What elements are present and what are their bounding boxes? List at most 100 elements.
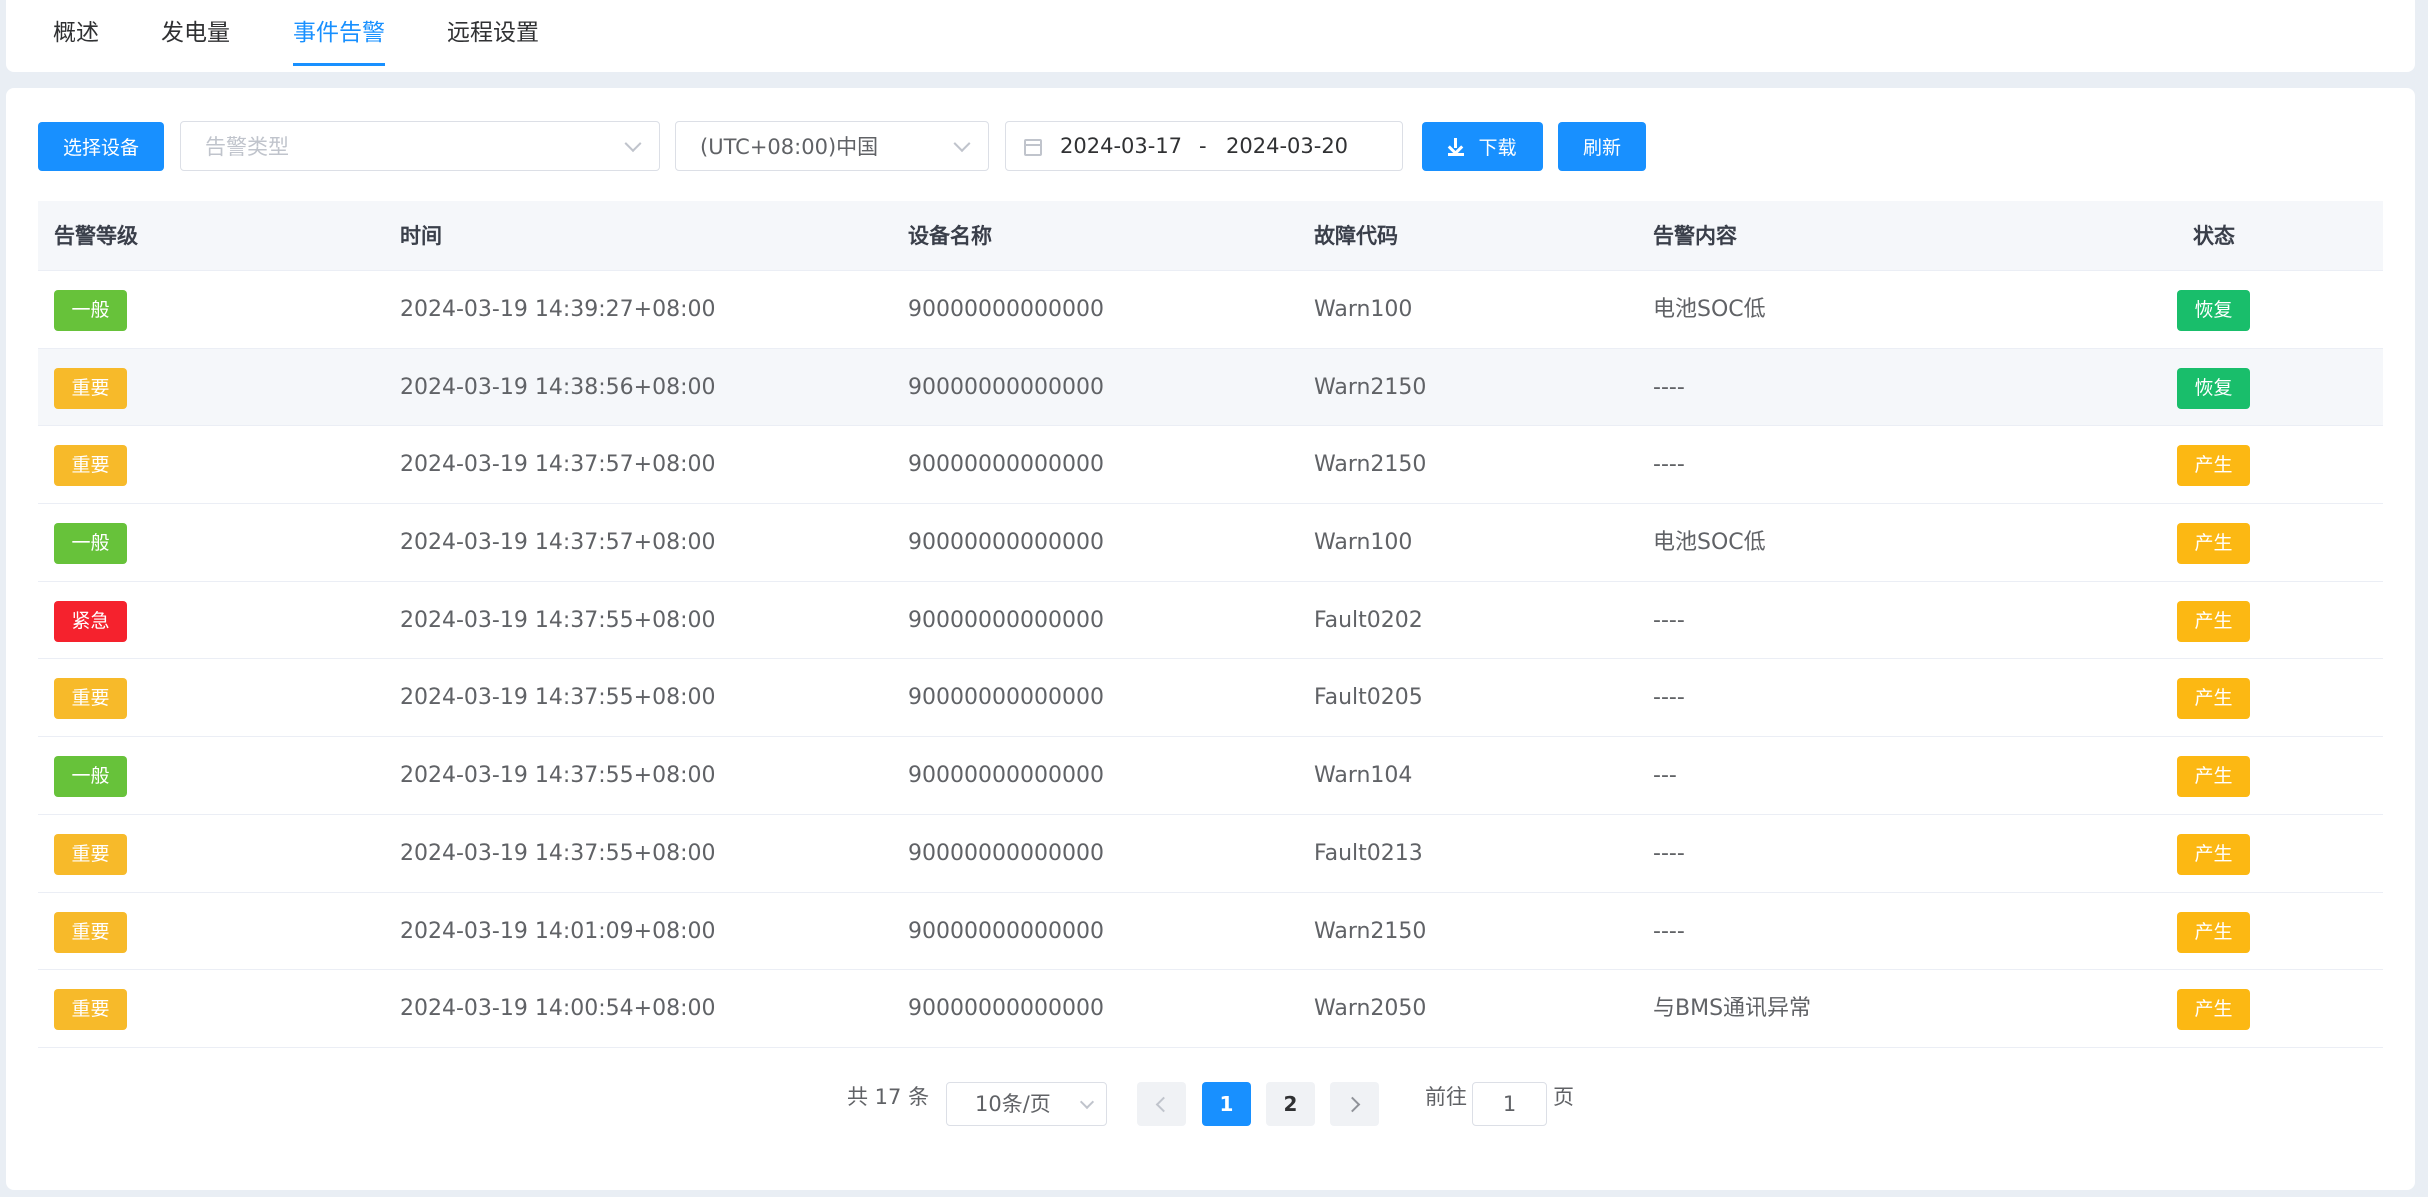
status-badge: 恢复 (2177, 290, 2250, 331)
download-label: 下载 (1478, 137, 1517, 159)
chevron-left-icon (1155, 1096, 1172, 1112)
level-badge: 一般 (54, 290, 127, 331)
cell-content: 与BMS通讯异常 (1653, 996, 1812, 1022)
table-row: 一般 2024-03-19 14:37:57+08:00 9000000000000… (38, 504, 2383, 582)
alarm-type-select[interactable]: 告警类型 (180, 121, 660, 171)
chevron-down-icon (1079, 1094, 1095, 1110)
cell-code: Warn2050 (1314, 996, 1427, 1022)
date-end[interactable]: 2024-03-20 (1226, 134, 1348, 158)
cell-time: 2024-03-19 14:37:55+08:00 (400, 685, 716, 711)
cell-code: Warn100 (1314, 297, 1413, 322)
table-row: 重要 2024-03-19 14:37:55+08:00 9000000000000… (38, 815, 2383, 893)
table-row: 一般 2024-03-19 14:37:55+08:00 9000000000000… (38, 737, 2383, 815)
table-row: 重要 2024-03-19 14:37:57+08:00 9000000000000… (38, 426, 2383, 505)
date-range-picker[interactable]: 2024-03-17 - 2024-03-20 (1005, 121, 1403, 171)
cell-time: 2024-03-19 14:01:09+08:00 (400, 918, 716, 944)
status-badge: 产生 (2177, 833, 2250, 875)
timezone-select[interactable]: (UTC+08:00)中国 (675, 121, 989, 171)
prev-page-button[interactable] (1137, 1082, 1186, 1126)
table-row: 重要 2024-03-19 14:01:09+08:00 9000000000000… (38, 893, 2383, 971)
level-badge: 重要 (54, 911, 127, 953)
download-button[interactable]: 下载 (1422, 122, 1543, 171)
cell-code: Fault0202 (1314, 607, 1423, 633)
alarm-table: 告警等级 时间 设备名称 故障代码 告警内容 状态 一般 2024-03-19 1… (38, 201, 2383, 1048)
page-1-button[interactable]: 1 (1202, 1082, 1251, 1126)
table-header: 告警等级 时间 设备名称 故障代码 告警内容 状态 (38, 201, 2383, 271)
main-card: 选择设备 告警类型 (UTC+08:00)中国 2024-03-17 - 202… (6, 88, 2415, 1190)
cell-content: ---- (1653, 685, 1685, 711)
cell-time: 2024-03-19 14:37:55+08:00 (400, 607, 716, 633)
cell-content: 电池SOC低 (1653, 297, 1766, 322)
cell-content: ---- (1653, 452, 1685, 478)
level-badge: 一般 (54, 523, 127, 565)
cell-device: 90000000000000 (908, 452, 1104, 478)
column-header-status[interactable]: 状态 (2193, 201, 2235, 271)
goto-page-input[interactable]: 1 (1472, 1082, 1547, 1126)
cell-device: 90000000000000 (908, 996, 1104, 1022)
page-size-select[interactable]: 10条/页 (946, 1082, 1107, 1126)
level-badge: 重要 (54, 678, 127, 720)
total-count: 共 17 条 (847, 1085, 930, 1109)
date-separator: - (1199, 134, 1207, 158)
cell-code: Fault0213 (1314, 840, 1423, 866)
column-header-content[interactable]: 告警内容 (1653, 201, 1737, 271)
column-header-device[interactable]: 设备名称 (908, 201, 992, 271)
cell-code: Warn2150 (1314, 452, 1427, 478)
cell-device: 90000000000000 (908, 374, 1104, 400)
goto-suffix: 页 (1553, 1085, 1574, 1109)
column-header-code[interactable]: 故障代码 (1314, 201, 1398, 271)
table-row: 重要 2024-03-19 14:37:55+08:00 9000000000000… (38, 659, 2383, 738)
cell-code: Warn104 (1314, 763, 1413, 789)
tab-remote-settings[interactable]: 远程设置 (447, 0, 539, 66)
table-row: 重要 2024-03-19 14:00:54+08:00 9000000000000… (38, 970, 2383, 1048)
table-row: 重要 2024-03-19 14:38:56+08:00 9000000000000… (38, 348, 2383, 427)
cell-content: ---- (1653, 607, 1685, 633)
cell-device: 90000000000000 (908, 297, 1104, 322)
cell-time: 2024-03-19 14:37:55+08:00 (400, 763, 716, 789)
status-badge: 产生 (2177, 911, 2250, 953)
level-badge: 紧急 (54, 600, 127, 642)
cell-device: 90000000000000 (908, 840, 1104, 866)
cell-device: 90000000000000 (908, 763, 1104, 789)
timezone-value: (UTC+08:00)中国 (700, 135, 879, 159)
page-2-button[interactable]: 2 (1266, 1082, 1315, 1126)
select-device-button[interactable]: 选择设备 (38, 122, 164, 171)
table-row: 一般 2024-03-19 14:39:27+08:00 9000000000000… (38, 271, 2383, 349)
cell-device: 90000000000000 (908, 607, 1104, 633)
status-badge: 产生 (2177, 600, 2250, 642)
cell-content: 电池SOC低 (1653, 530, 1766, 556)
cell-time: 2024-03-19 14:38:56+08:00 (400, 374, 716, 400)
chevron-right-icon (1344, 1096, 1361, 1112)
tab-overview[interactable]: 概述 (53, 0, 99, 66)
date-start[interactable]: 2024-03-17 (1060, 134, 1182, 158)
tab-event-alarm[interactable]: 事件告警 (293, 0, 385, 66)
cell-time: 2024-03-19 14:37:55+08:00 (400, 840, 716, 866)
cell-time: 2024-03-19 14:39:27+08:00 (400, 297, 716, 322)
cell-content: ---- (1653, 918, 1685, 944)
page-size-value: 10条/页 (975, 1092, 1051, 1116)
cell-device: 90000000000000 (908, 918, 1104, 944)
cell-content: --- (1653, 763, 1677, 789)
status-badge: 产生 (2177, 523, 2250, 565)
cell-time: 2024-03-19 14:37:57+08:00 (400, 452, 716, 478)
calendar-icon (1024, 139, 1042, 156)
cell-content: ---- (1653, 374, 1685, 400)
tab-generation[interactable]: 发电量 (161, 0, 230, 66)
cell-time: 2024-03-19 14:00:54+08:00 (400, 996, 716, 1022)
tabs-card: 概述 发电量 事件告警 远程设置 (6, 0, 2415, 72)
cell-code: Warn2150 (1314, 918, 1427, 944)
table-row: 紧急 2024-03-19 14:37:55+08:00 9000000000000… (38, 582, 2383, 660)
goto-prefix: 前往 (1425, 1085, 1467, 1109)
status-badge: 产生 (2177, 989, 2250, 1031)
column-header-level[interactable]: 告警等级 (54, 201, 138, 271)
status-badge: 恢复 (2177, 367, 2250, 409)
refresh-button[interactable]: 刷新 (1558, 122, 1646, 171)
cell-time: 2024-03-19 14:37:57+08:00 (400, 530, 716, 556)
level-badge: 重要 (54, 833, 127, 875)
status-badge: 产生 (2177, 445, 2250, 487)
level-badge: 重要 (54, 445, 127, 487)
cell-code: Warn100 (1314, 530, 1413, 556)
alarm-type-placeholder: 告警类型 (205, 135, 289, 159)
column-header-time[interactable]: 时间 (400, 201, 442, 271)
next-page-button[interactable] (1330, 1082, 1379, 1126)
